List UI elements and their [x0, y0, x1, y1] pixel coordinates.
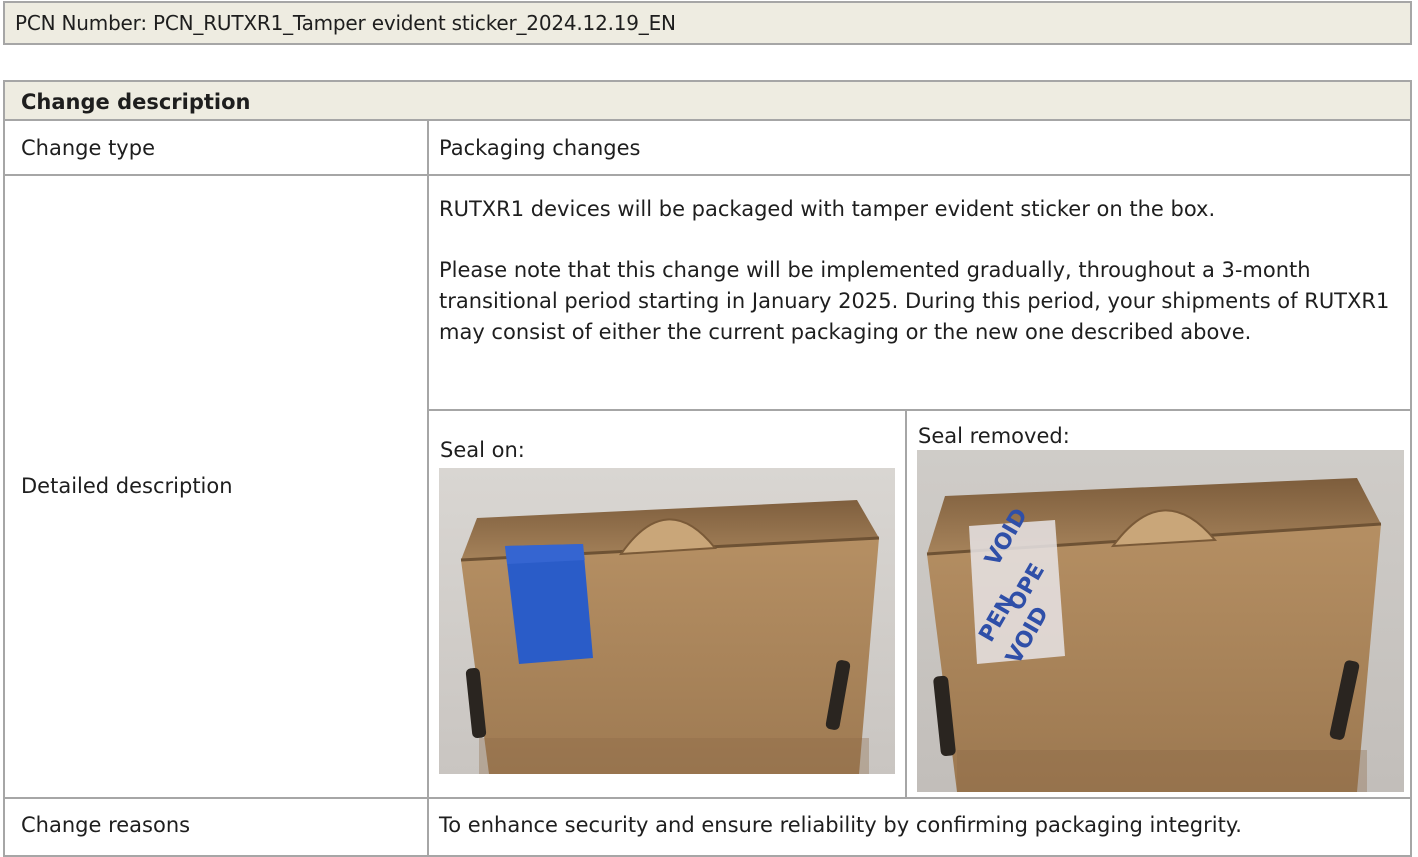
- change-reasons-label: Change reasons: [3, 797, 429, 857]
- change-type-value: Packaging changes: [427, 119, 1412, 176]
- change-type-label: Change type: [3, 119, 429, 176]
- detailed-description-text: RUTXR1 devices will be packaged with tam…: [427, 174, 1412, 411]
- pcn-number: PCN Number: PCN_RUTXR1_Tamper evident st…: [3, 1, 1412, 45]
- description-paragraph: Please note that this change will be imp…: [439, 258, 1390, 344]
- seal-on-photo: [439, 468, 895, 774]
- seal-removed-caption: Seal removed:: [918, 424, 1070, 448]
- detailed-description-label: Detailed description: [3, 174, 429, 799]
- seal-on-caption: Seal on:: [440, 438, 525, 462]
- seal-removed-photo: VOID OPE PEN VOID: [917, 450, 1404, 792]
- description-paragraph: RUTXR1 devices will be packaged with tam…: [439, 197, 1216, 221]
- table-title: Change description: [3, 80, 1412, 121]
- change-reasons-value: To enhance security and ensure reliabili…: [427, 797, 1412, 857]
